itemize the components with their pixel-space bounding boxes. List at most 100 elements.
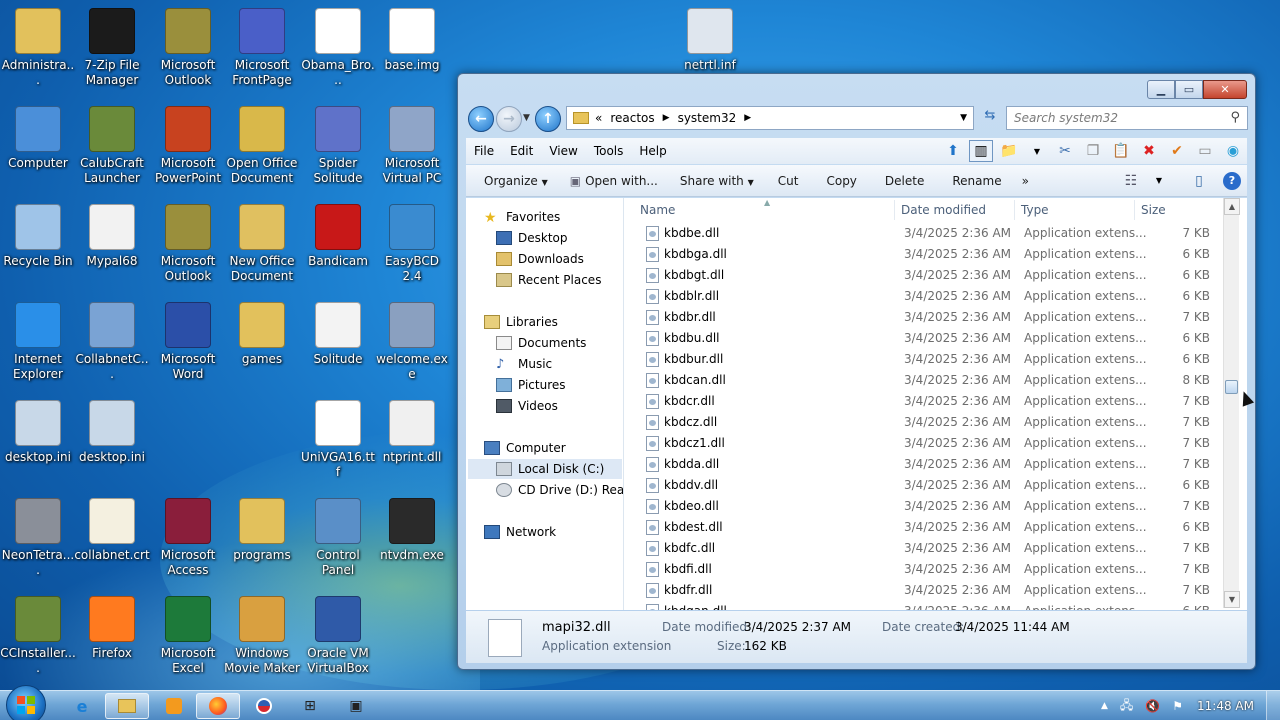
desktop-icon[interactable]: games — [224, 302, 300, 367]
view-options-icon[interactable]: ☷ — [1119, 170, 1143, 192]
forward-button[interactable]: → — [496, 106, 522, 132]
folder-options-icon[interactable]: 📁 — [997, 140, 1021, 162]
desktop-icon[interactable]: netrtl.inf — [672, 8, 748, 73]
desktop-icon[interactable]: desktop.ini — [74, 400, 150, 465]
file-row[interactable]: kbdcan.dll 3/4/2025 2:36 AM Application ex… — [626, 370, 1216, 391]
desktop-icon[interactable]: UniVGA16.ttf — [300, 400, 376, 480]
desktop-icon[interactable]: ntvdm.exe — [374, 498, 450, 563]
file-row[interactable]: kbdbgt.dll 3/4/2025 2:36 AM Application ex… — [626, 265, 1216, 286]
nav-cd-drive[interactable]: CD Drive (D:) ReactC — [496, 480, 623, 500]
desktop-icon[interactable]: Firefox — [74, 596, 150, 661]
taskbar-explorer[interactable] — [105, 693, 149, 719]
copy-button[interactable]: Copy — [818, 174, 864, 188]
organize-button[interactable]: Organize ▼ — [476, 174, 556, 188]
menu-tools[interactable]: Tools — [586, 144, 632, 158]
desktop-icon[interactable]: Recycle Bin — [0, 204, 76, 269]
nav-local-disk[interactable]: Local Disk (C:) — [468, 459, 622, 479]
desktop-icon[interactable]: Internet Explorer — [0, 302, 76, 382]
more-commands-button[interactable]: » — [1014, 174, 1037, 188]
volume-muted-icon[interactable]: 🔇 — [1139, 699, 1166, 713]
file-row[interactable]: kbdest.dll 3/4/2025 2:36 AM Application ex… — [626, 517, 1216, 538]
taskbar-network-app[interactable]: ⊞ — [288, 693, 332, 719]
taskbar-app[interactable]: ▣ — [334, 693, 378, 719]
file-row[interactable]: kbdcz1.dll 3/4/2025 2:36 AM Application ex… — [626, 433, 1216, 454]
taskbar-obama-browser[interactable] — [242, 693, 286, 719]
nav-pictures[interactable]: Pictures — [496, 375, 566, 395]
clock[interactable]: 11:48 AM — [1189, 699, 1266, 713]
nav-computer[interactable]: Computer — [484, 438, 566, 458]
nav-music[interactable]: ♪ Music — [496, 354, 552, 374]
desktop-icon[interactable]: New Office Document — [224, 204, 300, 284]
close-button[interactable]: ✕ — [1203, 80, 1247, 99]
chevron-down-icon[interactable]: ▼ — [1147, 170, 1171, 192]
file-row[interactable]: kbdcr.dll 3/4/2025 2:36 AM Application ext… — [626, 391, 1216, 412]
file-row[interactable]: kbdfi.dll 3/4/2025 2:36 AM Application ext… — [626, 559, 1216, 580]
desktop-icon[interactable]: Microsoft Excel — [150, 596, 226, 676]
taskbar-ie[interactable]: e — [60, 693, 104, 719]
nav-favorites[interactable]: ★ Favorites — [484, 207, 560, 227]
desktop-icon[interactable]: Microsoft FrontPage — [224, 8, 300, 88]
desktop-icon[interactable]: Bandicam — [300, 204, 376, 269]
copy-icon[interactable]: ❐ — [1081, 140, 1105, 162]
scrollbar-thumb[interactable] — [1225, 380, 1238, 394]
refresh-button[interactable]: ⇆ — [980, 108, 1000, 128]
scroll-up-arrow[interactable]: ▲ — [1224, 198, 1240, 215]
desktop-icon[interactable]: Microsoft Virtual PC — [374, 106, 450, 186]
desktop-icon[interactable]: desktop.ini — [0, 400, 76, 465]
file-row[interactable]: kbdbr.dll 3/4/2025 2:36 AM Application ext… — [626, 307, 1216, 328]
menu-edit[interactable]: Edit — [502, 144, 541, 158]
action-center-icon[interactable]: ⚑ — [1166, 699, 1189, 713]
desktop-icon[interactable]: Mypal68 — [74, 204, 150, 269]
nav-documents[interactable]: Documents — [496, 333, 586, 353]
desktop-icon[interactable]: NeonTetra.... — [0, 498, 76, 578]
back-button[interactable]: ← — [468, 106, 494, 132]
nav-videos[interactable]: Videos — [496, 396, 558, 416]
file-row[interactable]: kbdblr.dll 3/4/2025 2:36 AM Application ex… — [626, 286, 1216, 307]
column-header-size[interactable]: Size — [1141, 198, 1166, 222]
vertical-scrollbar[interactable]: ▲ ▼ — [1223, 198, 1240, 608]
nav-recent-places[interactable]: Recent Places — [496, 270, 601, 290]
address-dropdown-icon[interactable]: ▼ — [960, 113, 967, 123]
open-with-button[interactable]: ▣ Open with... — [562, 174, 666, 188]
desktop-icon[interactable]: Microsoft Word — [150, 302, 226, 382]
file-row[interactable]: kbdgan.dll 3/4/2025 2:36 AM Application ex… — [626, 601, 1216, 610]
globe-icon[interactable]: ◉ — [1221, 140, 1245, 162]
search-input[interactable]: Search system32 ⚲ — [1006, 106, 1248, 130]
menu-view[interactable]: View — [541, 144, 585, 158]
desktop-icon[interactable]: Microsoft Outlook — [150, 8, 226, 88]
cut-icon[interactable]: ✂ — [1053, 140, 1077, 162]
file-row[interactable]: kbdfr.dll 3/4/2025 2:36 AM Application ext… — [626, 580, 1216, 601]
file-row[interactable]: kbdbe.dll 3/4/2025 2:36 AM Application ext… — [626, 223, 1216, 244]
desktop-icon[interactable]: Obama_Bro... — [300, 8, 376, 88]
views-dropdown-icon[interactable]: ▼ — [1025, 140, 1049, 162]
desktop-icon[interactable]: Windows Movie Maker — [224, 596, 300, 676]
desktop-icon[interactable]: Microsoft Access — [150, 498, 226, 578]
desktop-icon[interactable]: CCInstaller.... — [0, 596, 76, 676]
desktop-icon[interactable]: 7-Zip File Manager — [74, 8, 150, 88]
desktop-icon[interactable]: Microsoft Outlook — [150, 204, 226, 284]
file-row[interactable]: kbdbur.dll 3/4/2025 2:36 AM Application ex… — [626, 349, 1216, 370]
rename-button[interactable]: Rename — [944, 174, 1009, 188]
file-row[interactable]: kbdeo.dll 3/4/2025 2:36 AM Application ext… — [626, 496, 1216, 517]
menu-file[interactable]: File — [466, 144, 502, 158]
up-folder-icon[interactable]: ⬆ — [941, 140, 965, 162]
up-button[interactable]: ↑ — [535, 106, 561, 132]
file-row[interactable]: kbdcz.dll 3/4/2025 2:36 AM Application ext… — [626, 412, 1216, 433]
desktop-icon[interactable]: Oracle VM VirtualBox — [300, 596, 376, 676]
start-button[interactable] — [6, 685, 46, 720]
delete-icon[interactable]: ✖ — [1137, 140, 1161, 162]
desktop-icon[interactable]: Open Office Document — [224, 106, 300, 186]
cut-button[interactable]: Cut — [770, 174, 807, 188]
maximize-button[interactable]: ▭ — [1175, 80, 1203, 99]
desktop-icon[interactable]: Control Panel — [300, 498, 376, 578]
desktop-icon[interactable]: ntprint.dll — [374, 400, 450, 465]
drive-icon[interactable]: ▭ — [1193, 140, 1217, 162]
desktop-icon[interactable]: Solitude — [300, 302, 376, 367]
desktop-icon[interactable]: welcome.exe — [374, 302, 450, 382]
show-desktop-button[interactable] — [1266, 691, 1280, 720]
desktop-icon[interactable]: Microsoft PowerPoint — [150, 106, 226, 186]
file-row[interactable]: kbddv.dll 3/4/2025 2:36 AM Application ext… — [626, 475, 1216, 496]
properties-icon[interactable]: ✔ — [1165, 140, 1189, 162]
file-row[interactable]: kbdfc.dll 3/4/2025 2:36 AM Application ext… — [626, 538, 1216, 559]
file-row[interactable]: kbdbu.dll 3/4/2025 2:36 AM Application ext… — [626, 328, 1216, 349]
